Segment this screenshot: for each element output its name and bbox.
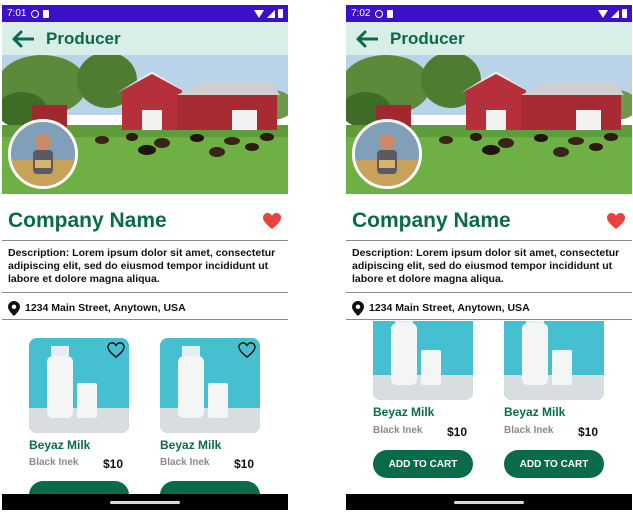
phone-screen-2: 7:02 Producer Company Name Description: …	[346, 5, 632, 510]
product-name: Beyaz Milk	[160, 438, 222, 452]
product-price: $10	[103, 457, 124, 471]
sim-card-icon	[387, 9, 394, 18]
product-name: Beyaz Milk	[373, 405, 435, 419]
top-app-bar: Producer	[346, 22, 632, 55]
add-to-cart-button[interactable]: ADD TO CART	[373, 450, 473, 478]
product-brand: Black Inek	[373, 425, 423, 436]
sync-icon	[31, 9, 40, 18]
top-app-bar: Producer	[2, 22, 288, 55]
status-bar: 7:01	[2, 5, 288, 22]
divider	[346, 240, 632, 241]
product-brand: Black Inek	[504, 425, 554, 436]
producer-avatar	[352, 119, 422, 189]
product-price: $10	[234, 457, 255, 471]
company-row: Company Name	[8, 205, 282, 237]
company-row: Company Name	[352, 205, 626, 237]
divider	[346, 292, 632, 293]
address-row: 1234 Main Street, Anytown, USA	[352, 300, 530, 316]
company-description: Description: Lorem ipsum dolor sit amet,…	[8, 247, 276, 285]
producer-avatar	[8, 119, 78, 189]
product-list: Beyaz Milk Black Inek $10 ADD TO CART Be…	[346, 321, 632, 499]
navigation-bar	[2, 494, 288, 510]
signal-icon	[611, 9, 619, 18]
sync-icon	[375, 9, 384, 18]
product-brand: Black Inek	[29, 457, 79, 468]
favorite-outline-icon[interactable]	[107, 342, 125, 359]
favorite-outline-icon[interactable]	[238, 342, 256, 359]
status-time: 7:02	[351, 8, 371, 19]
location-pin-icon	[352, 300, 364, 316]
address-row: 1234 Main Street, Anytown, USA	[8, 300, 186, 316]
home-gesture-handle[interactable]	[110, 500, 180, 504]
product-name: Beyaz Milk	[29, 438, 91, 452]
back-arrow-icon[interactable]	[12, 29, 36, 49]
navigation-bar	[346, 494, 632, 510]
location-pin-icon	[8, 300, 20, 316]
wifi-icon	[254, 9, 264, 18]
divider	[2, 292, 288, 293]
page-title: Producer	[390, 28, 465, 48]
milk-product-image	[373, 321, 473, 400]
milk-product-image	[160, 338, 260, 433]
favorite-heart-icon[interactable]	[262, 212, 282, 230]
favorite-heart-icon[interactable]	[606, 212, 626, 230]
company-name: Company Name	[352, 209, 511, 232]
product-brand: Black Inek	[160, 457, 210, 468]
battery-icon	[622, 9, 627, 18]
add-to-cart-button[interactable]: ADD TO CART	[504, 450, 604, 478]
divider	[346, 319, 632, 320]
divider	[2, 319, 288, 320]
back-arrow-icon[interactable]	[356, 29, 380, 49]
address-text: 1234 Main Street, Anytown, USA	[25, 302, 186, 314]
home-gesture-handle[interactable]	[454, 500, 524, 504]
milk-product-image	[29, 338, 129, 433]
signal-icon	[267, 9, 275, 18]
page-title: Producer	[46, 28, 121, 48]
status-bar: 7:02	[346, 5, 632, 22]
phone-screen-1: 7:01 Producer Company Name Description: …	[2, 5, 288, 510]
company-name: Company Name	[8, 209, 167, 232]
milk-product-image	[504, 321, 604, 400]
divider	[2, 240, 288, 241]
wifi-icon	[598, 9, 608, 18]
product-price: $10	[578, 425, 599, 439]
sim-card-icon	[43, 9, 50, 18]
address-text: 1234 Main Street, Anytown, USA	[369, 302, 530, 314]
battery-icon	[278, 9, 283, 18]
product-price: $10	[447, 425, 468, 439]
status-time: 7:01	[7, 8, 27, 19]
product-list: Beyaz Milk Black Inek $10 Beyaz Milk Bla…	[2, 321, 288, 499]
company-description: Description: Lorem ipsum dolor sit amet,…	[352, 247, 620, 285]
product-name: Beyaz Milk	[504, 405, 566, 419]
